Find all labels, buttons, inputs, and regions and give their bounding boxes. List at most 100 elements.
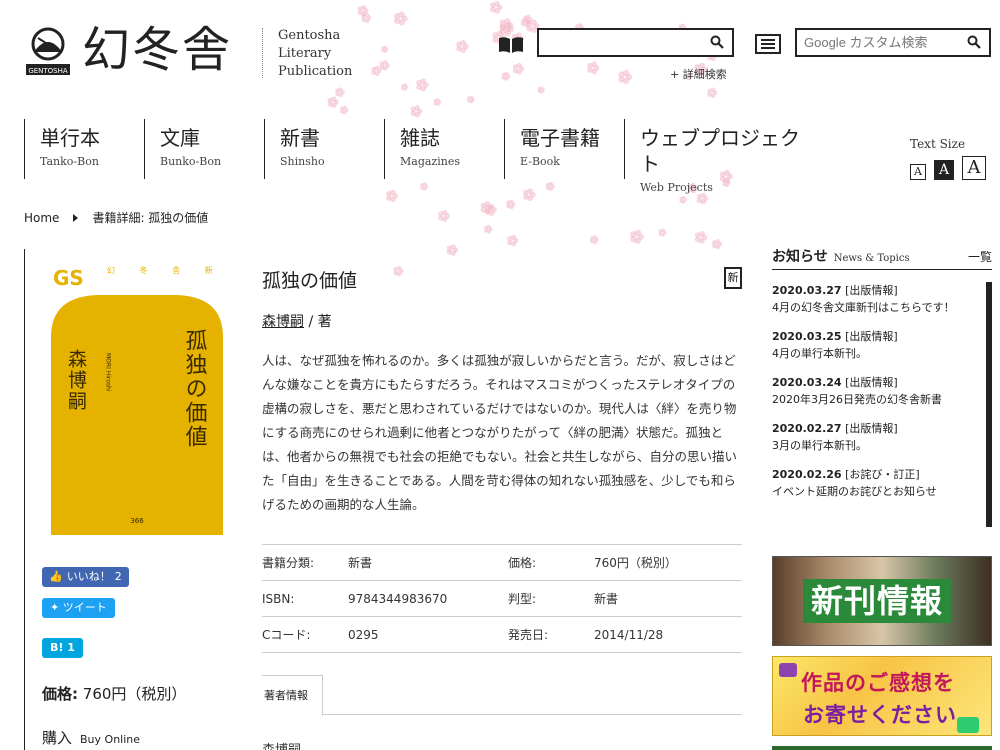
list-item[interactable]: 2020.03.25 [出版情報] 4月の単行本新刊。: [772, 328, 972, 362]
like-count: 2: [114, 570, 122, 583]
site-logo[interactable]: GENTOSHA 幻冬舎: [24, 22, 264, 80]
list-item[interactable]: 2020.03.27 [出版情報] 4月の幻冬舎文庫新刊はこちらです！: [772, 282, 972, 316]
sidebar-price-value: 760円（税別）: [82, 685, 187, 703]
blossom-icon: [410, 105, 423, 118]
nav-shinsho[interactable]: 新書 Shinsho: [264, 119, 384, 179]
feedback-banner[interactable]: 作品のご感想を お寄せください: [772, 656, 992, 736]
nav-label-en: Web Projects: [640, 181, 713, 194]
blossom-icon: [401, 83, 409, 91]
new-release-banner-text: 新刊情報: [803, 579, 952, 623]
blossom-icon: [618, 69, 633, 85]
news-sidebar: お知らせ News & Topics 一覧 2020.03.27 [出版情報] 4…: [772, 246, 992, 750]
blossom-icon: [523, 188, 536, 202]
site-search-input[interactable]: [545, 30, 705, 54]
info-value: 0295: [348, 616, 508, 653]
tab-content-author: 森博嗣: [262, 739, 301, 750]
blossom-icon: [381, 45, 389, 54]
news-scrollbar[interactable]: [986, 282, 992, 527]
news-tag: [出版情報]: [845, 284, 898, 297]
cover-author: 森博嗣: [65, 349, 87, 412]
new-release-banner[interactable]: 新刊情報: [772, 556, 992, 646]
list-item[interactable]: 2020.02.26 [お詫び・訂正] イベント延期のお詫びとお知らせ: [772, 466, 972, 500]
hatena-bookmark-button[interactable]: B! 1: [42, 638, 83, 658]
blossom-icon: [335, 87, 345, 98]
nav-tanko-bon[interactable]: 単行本 Tanko-Bon: [24, 119, 144, 179]
nav-e-book[interactable]: 電子書籍 E-Book: [504, 119, 624, 179]
logo-sub-text: GENTOSHA: [28, 67, 68, 75]
breadcrumb-home[interactable]: Home: [24, 211, 59, 225]
nav-bunko-bon[interactable]: 文庫 Bunko-Bon: [144, 119, 264, 179]
nav-label-jp: 雑誌: [400, 126, 440, 150]
news-all-link[interactable]: 一覧: [968, 248, 992, 265]
blossom-icon: [340, 105, 349, 115]
news-tag: [出版情報]: [845, 376, 898, 389]
nav-label-jp: ウェブプロジェクト: [640, 126, 800, 176]
news-date: 2020.03.27: [772, 284, 842, 297]
news-tag: [出版情報]: [845, 330, 898, 343]
cover-author-romaji: MORI Hiroshi: [105, 353, 112, 392]
news-list[interactable]: 2020.03.27 [出版情報] 4月の幻冬舎文庫新刊はこちらです！ 2020…: [772, 282, 992, 527]
author-role: / 著: [304, 314, 332, 330]
advanced-search-link[interactable]: + 詳細検索: [670, 66, 727, 82]
facebook-like-button[interactable]: 👍 いいね！ 2: [42, 567, 129, 587]
blossom-icon: [679, 196, 687, 204]
nav-label-en: Bunko-Bon: [160, 155, 222, 168]
search-icon[interactable]: [710, 35, 724, 49]
tweet-button[interactable]: ✦ ツイート: [42, 598, 115, 618]
nav-web-projects[interactable]: ウェブプロジェクト Web Projects: [624, 119, 804, 194]
nav-magazines[interactable]: 雑誌 Magazines: [384, 119, 504, 179]
blossom-icon: [393, 11, 408, 26]
author-link[interactable]: 森博嗣: [262, 314, 304, 330]
book-icon[interactable]: [498, 36, 524, 54]
blossom-icon: [520, 17, 531, 28]
blossom-icon: [480, 201, 494, 215]
page-title: 孤独の価値: [262, 270, 358, 292]
blossom-icon: [696, 192, 709, 205]
logo-en-line-3: Publication: [278, 64, 353, 79]
blossom-icon: [501, 71, 511, 81]
news-title-en: News & Topics: [833, 253, 910, 264]
tab-author-info[interactable]: 著者情報: [262, 675, 323, 716]
blossom-icon: [361, 12, 372, 24]
book-author: 森博嗣 / 著: [262, 311, 332, 331]
list-item[interactable]: 2020.02.27 [出版情報] 3月の単行本新刊。: [772, 420, 972, 454]
breadcrumb: Home 書籍詳細: 孤独の価値: [24, 209, 208, 226]
banner-partial[interactable]: [772, 746, 992, 750]
blossom-icon: [357, 5, 369, 17]
info-value: 新書: [594, 580, 742, 617]
hatena-count: 1: [67, 641, 75, 654]
twitter-bird-icon: ✦: [50, 601, 60, 614]
buy-label: 購入: [42, 729, 73, 747]
blossom-icon: [630, 229, 645, 244]
search-icon[interactable]: [967, 35, 981, 49]
google-search-input[interactable]: [804, 30, 964, 55]
blossom-icon: [507, 234, 519, 247]
text-size-large-button[interactable]: A: [962, 156, 986, 180]
book-info-table: 書籍分類: 新書 価格: 760円（税別） ISBN: 978434498367…: [262, 544, 742, 653]
text-size-small-button[interactable]: A: [910, 164, 926, 180]
blossom-icon: [379, 60, 390, 71]
info-key: Cコード:: [262, 616, 348, 653]
blossom-icon: [386, 189, 399, 203]
book-cover-image[interactable]: GS 幻 冬 舎 新 書 孤独の価値 森博嗣 MORI Hiroshi 366: [51, 257, 223, 547]
blossom-icon: [658, 228, 667, 237]
blossom-icon: [499, 18, 514, 33]
logo-en-line-2: Literary: [278, 46, 332, 61]
feedback-banner-line-2: お寄せください: [803, 703, 957, 727]
list-item[interactable]: 2020.03.24 [出版情報] 2020年3月26日発売の幻冬舎新書: [772, 374, 972, 408]
cover-series-label: 幻 冬 舎 新 書: [107, 265, 223, 275]
cover-title: 孤独の価値: [182, 329, 208, 449]
nav-label-jp: 文庫: [160, 126, 200, 150]
info-key: 判型:: [508, 580, 594, 617]
book-sidebar: GS 幻 冬 舎 新 書 孤独の価値 森博嗣 MORI Hiroshi 366 …: [24, 249, 238, 750]
logo-divider: [262, 28, 263, 78]
info-value: 2014/11/28: [594, 616, 742, 653]
breadcrumb-current: 書籍詳細: 孤独の価値: [92, 211, 209, 225]
menu-list-icon[interactable]: [755, 34, 781, 54]
blossom-icon: [512, 62, 525, 75]
blossom-icon: [446, 244, 459, 256]
like-label: いいね！: [66, 570, 111, 583]
text-size-medium-button[interactable]: A: [934, 160, 954, 180]
news-scrollbar-thumb[interactable]: [986, 282, 992, 527]
blossom-icon: [420, 182, 429, 191]
